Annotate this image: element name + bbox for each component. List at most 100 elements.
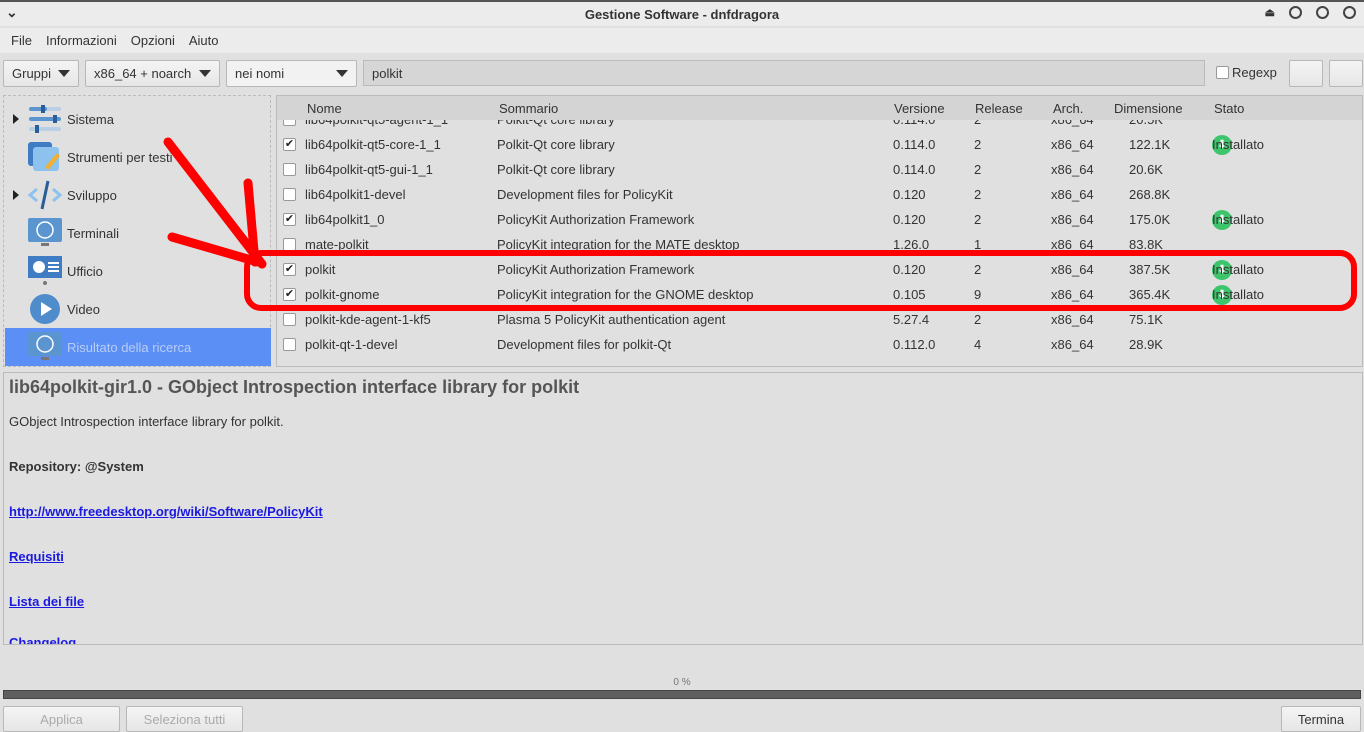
table-row[interactable]: ✔ lib64polkit1_0 PolicyKit Authorization F… — [277, 207, 1362, 232]
package-table[interactable]: lib64polkit-qt5-agent-1_1Polkit-Qt core … — [276, 95, 1363, 367]
sidebar-item-strumenti-per-testi[interactable]: Strumenti per testi — [5, 138, 271, 176]
play-icon — [30, 294, 60, 324]
table-row[interactable]: polkit-qt-1-devel Development files for p… — [277, 332, 1362, 357]
package-checkbox[interactable] — [283, 238, 296, 251]
table-row[interactable]: ✔ polkit-gnome PolicyKit integration for t… — [277, 282, 1362, 307]
checkbox[interactable] — [1216, 66, 1229, 79]
sidebar-item-sviluppo[interactable]: Sviluppo — [5, 176, 271, 214]
minimize-button[interactable] — [1289, 6, 1302, 19]
sidebar-item-ufficio[interactable]: Ufficio — [5, 252, 271, 290]
expand-arrow-icon[interactable] — [13, 114, 19, 124]
cell-size: 83.8K — [1129, 237, 1163, 252]
cell-summary: Development files for polkit-Qt — [497, 337, 672, 352]
sidebar-item-video[interactable]: Video — [5, 290, 271, 328]
status-label: Installato — [1212, 212, 1265, 227]
table-header: Nome Sommario Versione Release Arch. Dim… — [277, 96, 1362, 120]
cell-release: 2 — [974, 212, 982, 227]
table-row[interactable]: ✔ polkit PolicyKit Authorization Framework… — [277, 257, 1362, 282]
homepage-link[interactable]: http://www.freedesktop.org/wiki/Software… — [9, 504, 323, 519]
cell-release: 2 — [974, 162, 982, 177]
cell-version: 0.114.0 — [893, 137, 936, 152]
shade-icon[interactable]: ⏏ — [1265, 6, 1275, 19]
column-header-dimensione[interactable]: Dimensione — [1114, 101, 1183, 116]
package-checkbox[interactable]: ✔ — [283, 213, 296, 226]
cell-size: 365.4K — [1129, 287, 1171, 302]
search-in-dropdown[interactable]: nei nomi — [226, 60, 357, 87]
cell-name: polkit — [305, 262, 336, 277]
column-header-stato[interactable]: Stato — [1214, 101, 1244, 116]
package-details: lib64polkit-gir1.0 - GObject Introspecti… — [3, 372, 1363, 645]
cell-release: 1 — [974, 237, 982, 252]
package-checkbox[interactable]: ✔ — [283, 288, 296, 301]
column-header-sommario[interactable]: Sommario — [499, 101, 558, 116]
cell-version: 5.27.4 — [893, 312, 930, 327]
changelog-link[interactable]: Changelog — [9, 635, 76, 644]
window-menu-icon[interactable]: ⌄ — [6, 4, 18, 21]
cell-release: 4 — [974, 337, 982, 352]
toolbar-button-1[interactable] — [1289, 60, 1323, 87]
regexp-checkbox[interactable]: Regexp — [1216, 65, 1277, 80]
groups-label: Gruppi — [12, 66, 52, 81]
column-header-arch[interactable]: Arch. — [1053, 101, 1083, 116]
table-row[interactable]: lib64polkit1-devel Development files for … — [277, 182, 1362, 207]
presentation-icon — [28, 256, 62, 285]
cell-size: 268.8K — [1129, 187, 1171, 202]
toolbar-button-2[interactable] — [1329, 60, 1363, 87]
details-title: lib64polkit-gir1.0 - GObject Introspecti… — [9, 377, 580, 397]
menu-aiuto[interactable]: Aiuto — [189, 33, 219, 48]
table-row[interactable]: polkit-kde-agent-1-kf5 Plasma 5 PolicyKit… — [277, 307, 1362, 332]
package-checkbox[interactable] — [283, 338, 296, 351]
package-checkbox[interactable] — [283, 163, 296, 176]
table-row[interactable]: lib64polkit-qt5-gui-1_1 Polkit-Qt core li… — [277, 157, 1362, 182]
cell-name: polkit-qt-1-devel — [305, 337, 398, 352]
apply-button[interactable]: Applica — [3, 706, 120, 732]
menu-opzioni[interactable]: Opzioni — [131, 33, 175, 48]
column-header-versione[interactable]: Versione — [894, 101, 945, 116]
cell-release: 2 — [974, 137, 982, 152]
package-checkbox[interactable] — [283, 188, 296, 201]
cell-arch: x86_64 — [1051, 187, 1094, 202]
groups-dropdown[interactable]: Gruppi — [3, 60, 79, 87]
sidebar-item-sistema[interactable]: Sistema — [5, 100, 271, 138]
sidebar-item-label: Terminali — [67, 225, 120, 241]
sidebar-item-label: Strumenti per testi — [67, 149, 173, 165]
package-checkbox[interactable]: ✔ — [283, 138, 296, 151]
cell-version: 1.26.0 — [893, 237, 930, 252]
sidebar-item-label: Sistema — [67, 111, 114, 127]
requisiti-link[interactable]: Requisiti — [9, 549, 64, 564]
expand-arrow-icon[interactable] — [13, 190, 19, 200]
cell-summary: PolicyKit integration for the GNOME desk… — [497, 287, 754, 302]
search-input[interactable]: polkit — [363, 60, 1205, 86]
cell-version: 0.112.0 — [893, 337, 936, 352]
close-button[interactable] — [1343, 6, 1356, 19]
cell-version: 0.120 — [893, 187, 926, 202]
cell-name: polkit-gnome — [305, 287, 380, 302]
menu-informazioni[interactable]: Informazioni — [46, 33, 117, 48]
cell-size: 28.9K — [1129, 337, 1163, 352]
arch-label: x86_64 + noarch — [94, 66, 192, 81]
sidebar-item-risultato-della-ricerca[interactable]: Risultato della ricerca — [5, 328, 271, 366]
sidebar-item-terminali[interactable]: Terminali — [5, 214, 271, 252]
cell-release: 2 — [974, 262, 982, 277]
file-list-link[interactable]: Lista dei file — [9, 594, 84, 609]
arch-dropdown[interactable]: x86_64 + noarch — [85, 60, 220, 87]
cell-size: 387.5K — [1129, 262, 1171, 277]
status-label: Installato — [1212, 287, 1265, 302]
menu-file[interactable]: File — [11, 33, 32, 48]
column-header-nome[interactable]: Nome — [307, 101, 342, 116]
cell-name: polkit-kde-agent-1-kf5 — [305, 312, 431, 327]
quit-button[interactable]: Termina — [1281, 706, 1361, 732]
cell-version: 0.114.0 — [893, 162, 936, 177]
cell-summary: Polkit-Qt core library — [497, 162, 615, 177]
select-all-button[interactable]: Seleziona tutti — [126, 706, 243, 732]
code-icon — [27, 180, 63, 210]
chevron-down-icon — [199, 70, 211, 77]
table-row[interactable]: ✔ lib64polkit-qt5-core-1_1 Polkit-Qt core … — [277, 132, 1362, 157]
groups-tree[interactable]: Sistema Strumenti per testi Sviluppo Ter… — [3, 95, 271, 367]
maximize-button[interactable] — [1316, 6, 1329, 19]
column-header-release[interactable]: Release — [975, 101, 1023, 116]
package-checkbox[interactable]: ✔ — [283, 263, 296, 276]
cell-release: 2 — [974, 187, 982, 202]
package-checkbox[interactable] — [283, 313, 296, 326]
table-row[interactable]: mate-polkit PolicyKit integration for the… — [277, 232, 1362, 257]
